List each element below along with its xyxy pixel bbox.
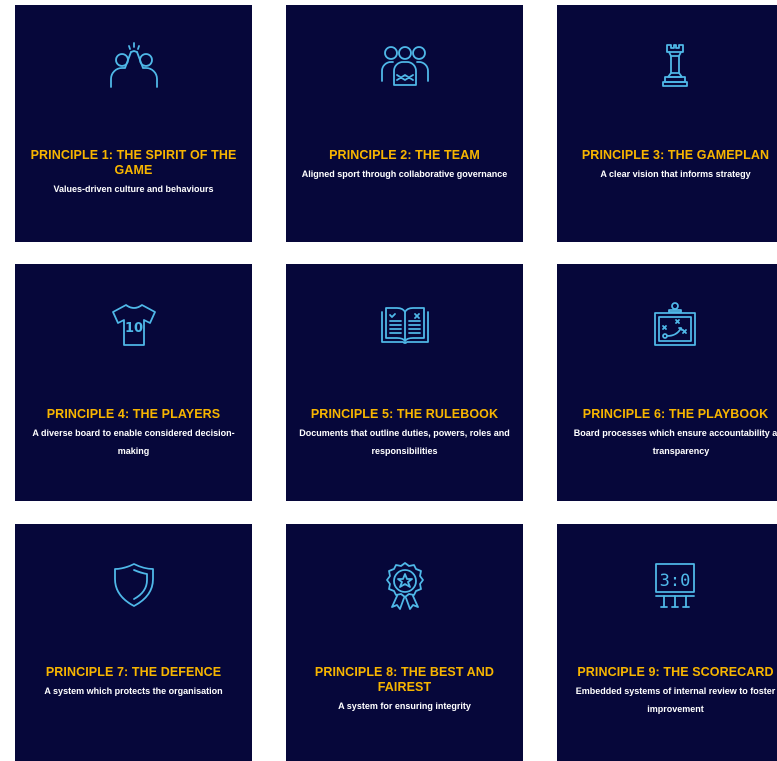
principle-card-1[interactable]: PRINCIPLE 1: THE SPIRIT OF THE GAME Valu… bbox=[15, 5, 252, 242]
principle-title: PRINCIPLE 5: THE RULEBOOK bbox=[310, 407, 499, 421]
scoreboard-icon: 3:0 bbox=[650, 560, 700, 610]
high-five-icon bbox=[109, 41, 159, 91]
principle-title: PRINCIPLE 1: THE SPIRIT OF THE GAME bbox=[30, 148, 237, 177]
principle-description: A system which protects the organisation bbox=[44, 686, 223, 696]
principle-title: PRINCIPLE 2: THE TEAM bbox=[329, 148, 480, 162]
principle-title: PRINCIPLE 4: THE PLAYERS bbox=[46, 407, 221, 421]
principle-description: Aligned sport through collaborative gove… bbox=[301, 169, 508, 179]
principle-card-2[interactable]: PRINCIPLE 2: THE TEAM Aligned sport thro… bbox=[286, 5, 523, 242]
principle-title: PRINCIPLE 6: THE PLAYBOOK bbox=[582, 407, 769, 421]
award-rosette-icon bbox=[380, 560, 430, 610]
principle-card-6[interactable]: PRINCIPLE 6: THE PLAYBOOK Board processe… bbox=[557, 264, 777, 501]
svg-text:3:0: 3:0 bbox=[660, 571, 691, 591]
principle-card-4[interactable]: 10 PRINCIPLE 4: THE PLAYERS A diverse bo… bbox=[15, 264, 252, 501]
principle-card-9[interactable]: 3:0 PRINCIPLE 9: THE SCORECARD Embedded … bbox=[557, 524, 777, 761]
principle-description: A diverse board to enable considered dec… bbox=[32, 428, 235, 456]
principle-card-8[interactable]: PRINCIPLE 8: THE BEST AND FAIREST A syst… bbox=[286, 524, 523, 761]
principle-card-5[interactable]: PRINCIPLE 5: THE RULEBOOK Documents that… bbox=[286, 264, 523, 501]
principle-card-3[interactable]: PRINCIPLE 3: THE GAMEPLAN A clear vision… bbox=[557, 5, 777, 242]
principle-description: Documents that outline duties, powers, r… bbox=[299, 428, 510, 456]
tactics-board-icon bbox=[650, 300, 700, 350]
principle-title: PRINCIPLE 7: THE DEFENCE bbox=[45, 665, 222, 679]
principle-title: PRINCIPLE 8: THE BEST AND FAIREST bbox=[314, 665, 495, 694]
svg-text:10: 10 bbox=[124, 321, 142, 336]
principle-title: PRINCIPLE 3: THE GAMEPLAN bbox=[581, 148, 770, 162]
principle-title: PRINCIPLE 9: THE SCORECARD bbox=[577, 665, 774, 679]
team-icon bbox=[380, 41, 430, 91]
principle-card-7[interactable]: PRINCIPLE 7: THE DEFENCE A system which … bbox=[15, 524, 252, 761]
open-book-icon bbox=[380, 300, 430, 350]
shield-icon bbox=[109, 560, 159, 610]
principle-description: Values-driven culture and behaviours bbox=[53, 184, 214, 194]
principle-description: A clear vision that informs strategy bbox=[600, 169, 751, 179]
jersey-icon: 10 bbox=[109, 300, 159, 350]
principle-description: Embedded systems of internal review to f… bbox=[575, 686, 776, 714]
principle-description: A system for ensuring integrity bbox=[338, 701, 471, 711]
chess-rook-icon bbox=[650, 41, 700, 91]
principle-description: Board processes which ensure accountabil… bbox=[573, 428, 777, 456]
